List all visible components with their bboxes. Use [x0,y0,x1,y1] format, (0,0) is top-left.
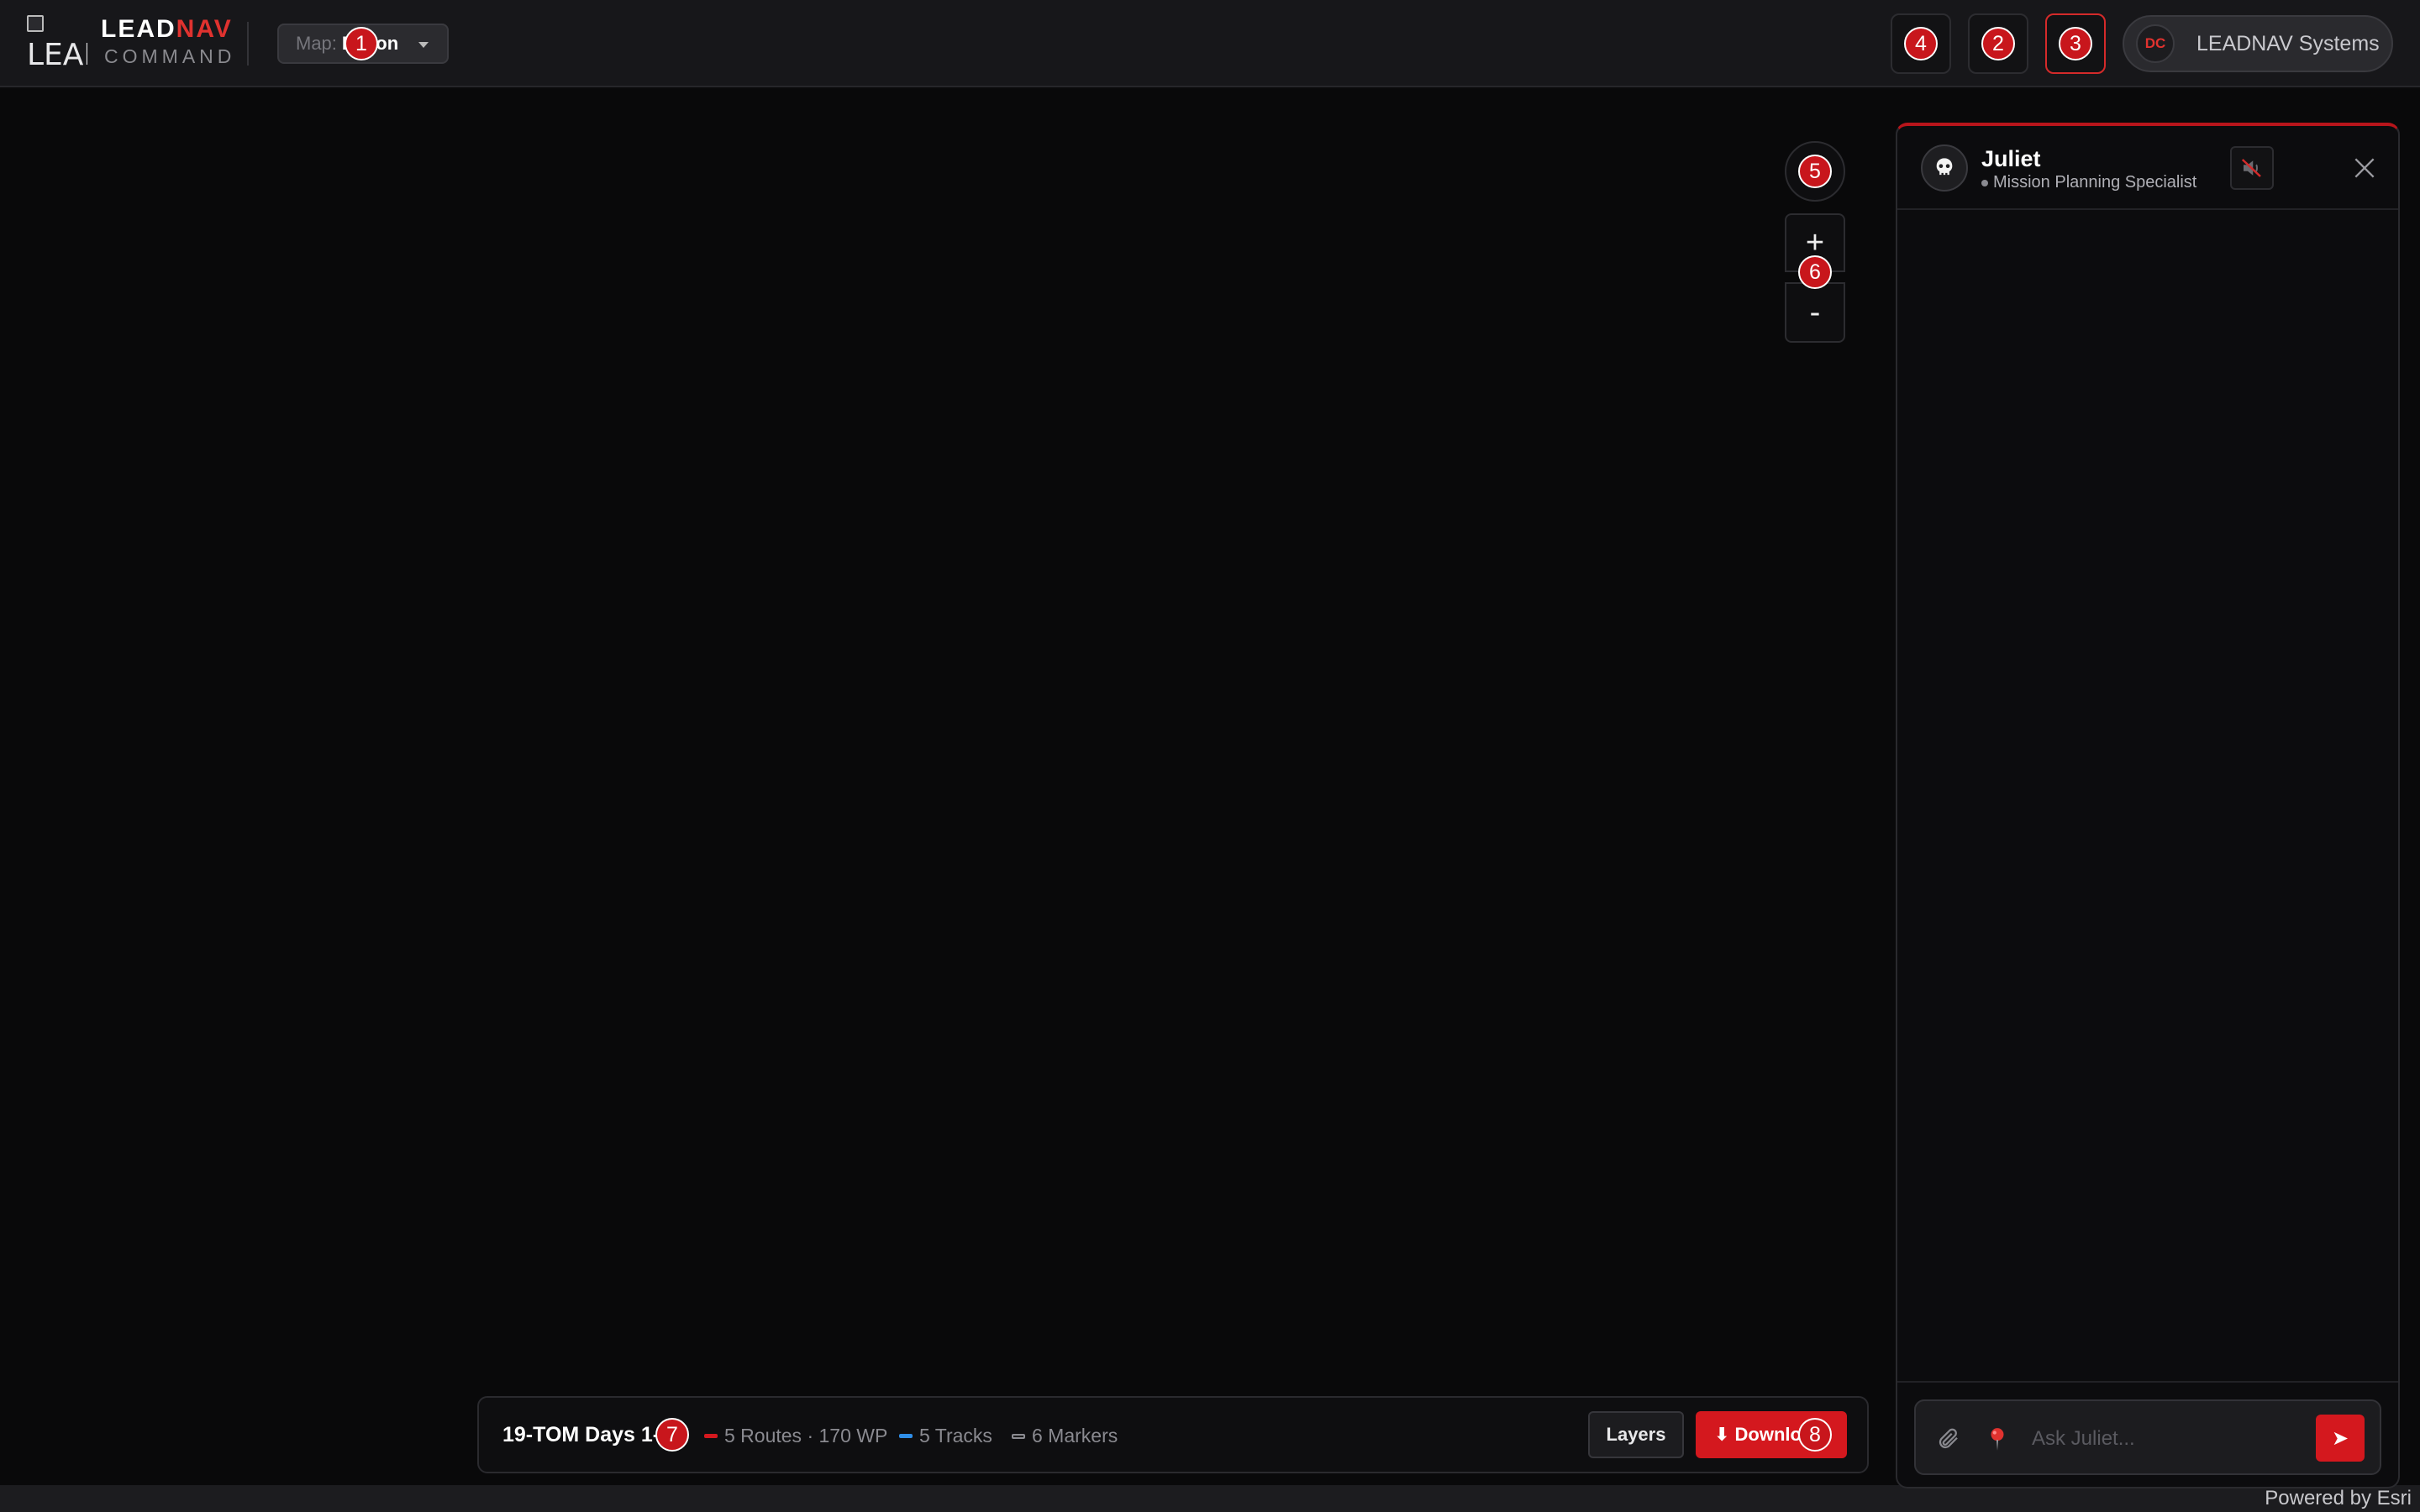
logo-alt-text: LEAD [27,38,87,68]
annotation-badge-3: 3 [2059,27,2092,60]
annotation-badge-7: 7 [655,1418,689,1452]
avatar: DC [2136,24,2175,63]
agent-role-text: Mission Planning Specialist [1993,173,2197,192]
map-selector-label: Map: [296,33,337,54]
map-pin-icon [1991,1428,2004,1451]
chat-input[interactable] [2032,1420,2309,1458]
attach-location-button[interactable] [1985,1425,2010,1453]
annotation-badge-2: 2 [1981,27,2015,60]
attach-file-button[interactable] [1934,1425,1963,1453]
annotation-badge-5: 5 [1798,155,1832,188]
assistant-chat-panel: Juliet Mission Planning Specialist ➤ [1896,123,2400,1488]
status-dot [1981,179,1988,186]
annotation-badge-4: 4 [1904,27,1938,60]
chat-header: Juliet Mission Planning Specialist [1897,126,2398,210]
chat-input-divider [1897,1381,2398,1383]
user-menu[interactable]: DC LEADNAV Systems [2123,15,2393,72]
close-chat-button[interactable] [2348,151,2381,185]
brand-subtitle: COMMAND [104,45,236,67]
markers-stat: 6 Markers [1012,1425,1118,1447]
app-logo[interactable]: LEAD [27,13,87,67]
mission-title[interactable]: 19-TOM Days 1-3 [502,1423,671,1447]
annotation-badge-1: 1 [345,27,378,60]
markers-legend-icon [1012,1433,1025,1439]
annotation-badge-8: 8 [1798,1418,1832,1452]
brand-nav: NAV [176,15,233,43]
tracks-stat-text: 5 Tracks [919,1425,992,1446]
annotation-badge-6: 6 [1798,255,1832,289]
zoom-out-button[interactable]: - [1785,282,1845,343]
header-divider [247,22,249,66]
chat-composer: ➤ [1914,1399,2381,1475]
markers-stat-text: 6 Markers [1032,1425,1118,1446]
routes-stat: 5 Routes · 170 WP [704,1425,887,1447]
close-icon [2354,158,2375,178]
speaker-muted-icon [2241,159,2261,177]
routes-legend-icon [704,1434,718,1438]
chevron-down-icon [418,42,429,48]
tracks-legend-icon [899,1434,913,1438]
agent-name: Juliet [1981,146,2041,171]
routes-stat-text: 5 Routes · 170 WP [724,1425,888,1446]
send-button[interactable]: ➤ [2316,1415,2365,1462]
skull-icon [1921,144,1968,192]
agent-role: Mission Planning Specialist [1981,173,2196,192]
broken-image-icon [27,15,44,32]
brand-wordmark: LEADNAV COMMAND [101,17,235,66]
paperclip-icon [1939,1428,1958,1449]
brand-lead: LEAD [101,15,176,43]
map-attribution: Powered by Esri [2265,1487,2412,1509]
user-name: LEADNAV Systems [2196,31,2380,55]
layers-button[interactable]: Layers [1588,1411,1684,1458]
voice-toggle-button[interactable] [2230,146,2274,190]
map-attribution-bar: Powered by Esri [0,1485,2420,1512]
tracks-stat: 5 Tracks [899,1425,992,1447]
